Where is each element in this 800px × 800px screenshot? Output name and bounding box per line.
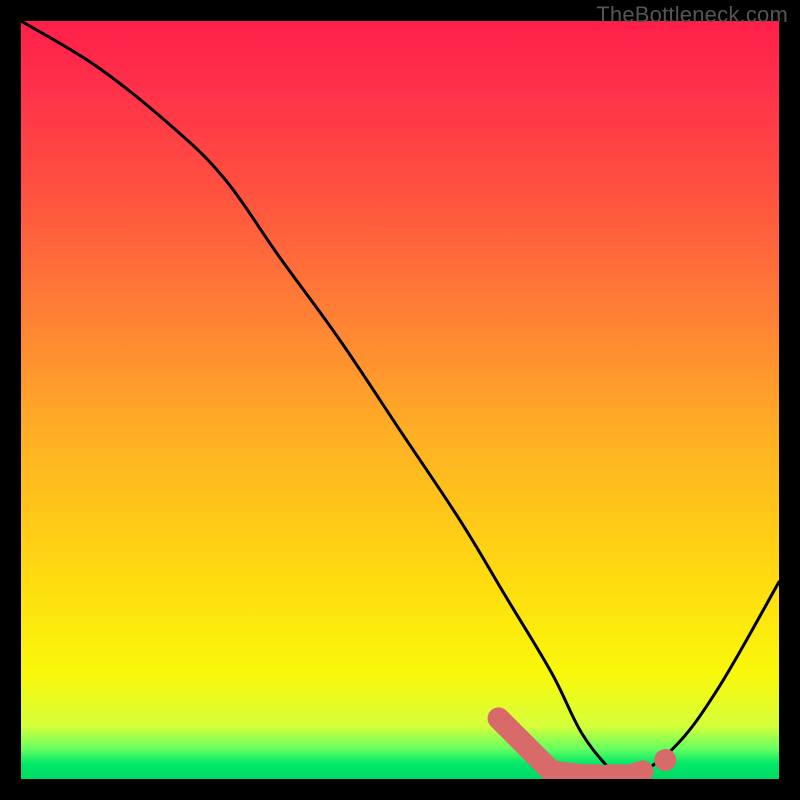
highlight-valley-left	[499, 718, 598, 775]
chart-container: TheBottleneck.com	[0, 0, 800, 800]
highlight-dot	[654, 749, 676, 771]
accent-highlight	[499, 718, 677, 775]
bottleneck-curve	[21, 21, 779, 779]
highlight-dash-2	[631, 771, 642, 775]
plot-area	[21, 21, 779, 779]
watermark-text: TheBottleneck.com	[596, 2, 788, 28]
chart-overlay	[21, 21, 779, 779]
